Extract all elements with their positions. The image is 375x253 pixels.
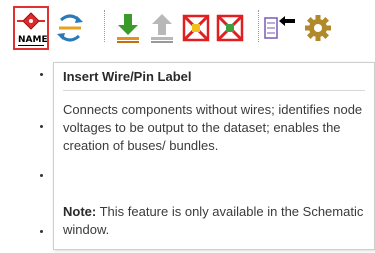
net-connect-button[interactable]	[52, 6, 88, 50]
toolbar: NAME	[0, 0, 375, 58]
subcircuit-icon	[264, 16, 295, 39]
gear-icon	[305, 15, 331, 41]
tooltip: Insert Wire/Pin Label Connects component…	[53, 62, 375, 250]
tooltip-note-text: This feature is only available in the Sc…	[63, 204, 364, 237]
red-x-alt-icon	[216, 14, 244, 42]
tooltip-note-label: Note:	[63, 204, 97, 219]
tooltip-body: Connects components without wires; ident…	[63, 102, 363, 153]
grid-dot	[40, 230, 43, 233]
name-label-text: NAME	[18, 35, 48, 46]
grid-dot	[40, 73, 43, 76]
schematic-canvas-edge	[0, 58, 55, 253]
arrow-down-icon	[117, 14, 139, 43]
tooltip-title: Insert Wire/Pin Label	[63, 69, 192, 84]
move-down-button[interactable]	[110, 6, 146, 50]
red-x-icon	[182, 14, 210, 42]
grid-dot	[40, 125, 43, 128]
insert-wire-pin-label-button[interactable]: NAME	[13, 6, 49, 50]
arrow-up-icon	[151, 14, 173, 43]
disable-component-button[interactable]	[178, 6, 214, 50]
grid-dot	[40, 174, 43, 177]
tooltip-divider	[63, 90, 365, 91]
move-up-button[interactable]	[144, 6, 180, 50]
net-connect-icon	[57, 14, 83, 42]
subcircuit-button[interactable]	[262, 6, 298, 50]
toolbar-separator	[258, 10, 259, 42]
disable-component-alt-button[interactable]	[212, 6, 248, 50]
tooltip-note: Note: This feature is only available in …	[63, 203, 368, 239]
toolbar-separator	[104, 10, 105, 42]
settings-button[interactable]	[300, 6, 336, 50]
